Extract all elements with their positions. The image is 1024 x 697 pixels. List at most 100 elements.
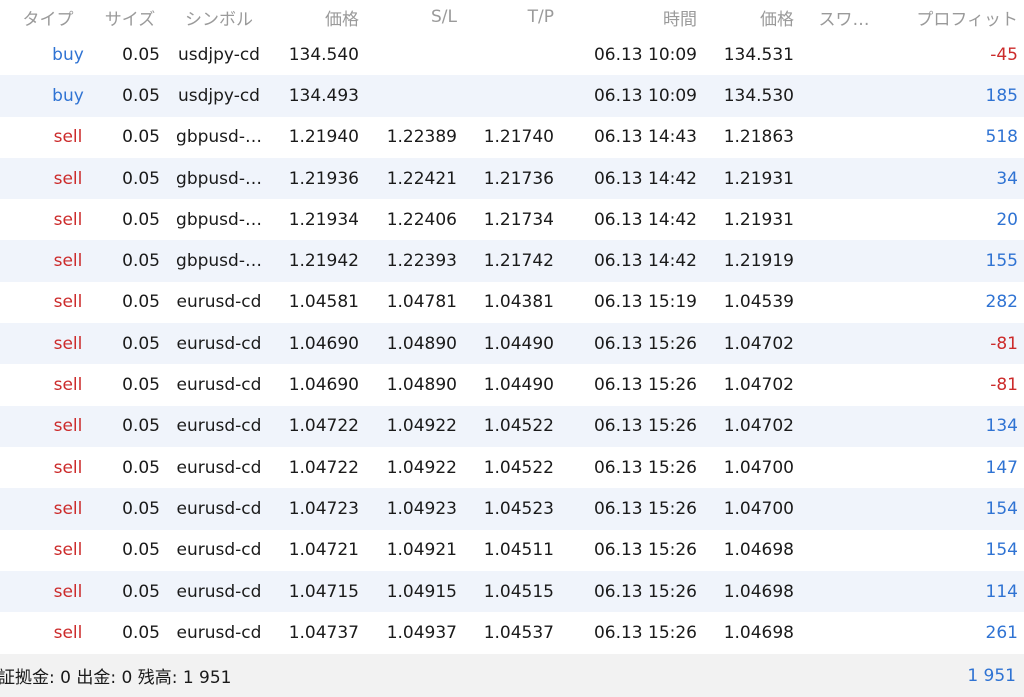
size-cell: 0.05 [122, 44, 160, 65]
profit-cell: 154 [985, 498, 1018, 519]
table-row[interactable]: sell 0.05 gbpusd-… 1.21936 1.22421 1.21736 06.… [0, 157, 1024, 200]
size-cell: 0.05 [122, 85, 160, 106]
current-price-cell: 1.04539 [723, 292, 794, 313]
symbol-cell: eurusd-cd [176, 375, 262, 396]
profit-cell: -45 [990, 44, 1018, 65]
current-price-cell: 134.531 [723, 44, 794, 65]
tp-cell: 1.04511 [483, 540, 554, 561]
table-body: buy 0.05 usdjpy-cd 134.540 06.13 10:09 134.53… [0, 34, 1024, 653]
size-cell: 0.05 [122, 375, 160, 396]
price-cell: 1.04690 [288, 375, 359, 396]
sl-cell: 1.04781 [386, 292, 457, 313]
price-cell: 1.04722 [288, 416, 359, 437]
symbol-cell: eurusd-cd [176, 333, 262, 354]
current-price-cell: 1.04702 [723, 333, 794, 354]
header-size[interactable]: サイズ [100, 0, 160, 34]
current-price-cell: 1.04700 [723, 498, 794, 519]
table-row[interactable]: sell 0.05 eurusd-cd 1.04722 1.04922 1.04522 06… [0, 447, 1024, 488]
table-row[interactable]: sell 0.05 gbpusd-… 1.21942 1.22393 1.21742 06.… [0, 240, 1024, 282]
current-price-cell: 1.04698 [723, 581, 794, 602]
price-cell: 1.21942 [288, 251, 359, 272]
time-cell: 06.13 14:43 [593, 127, 697, 148]
size-cell: 0.05 [122, 498, 160, 519]
size-cell: 0.05 [122, 416, 160, 437]
profit-cell: 20 [996, 209, 1018, 230]
header-profit[interactable]: プロフィット [880, 0, 1018, 34]
table-row[interactable]: sell 0.05 eurusd-cd 1.04690 1.04890 1.04490 06… [0, 323, 1024, 365]
size-cell: 0.05 [122, 457, 160, 478]
table-row[interactable]: sell 0.05 eurusd-cd 1.04723 1.04923 1.04523 06… [0, 488, 1024, 530]
current-price-cell: 1.04698 [723, 540, 794, 561]
current-price-cell: 1.21931 [723, 168, 794, 189]
size-cell: 0.05 [122, 251, 160, 272]
profit-cell: 155 [985, 251, 1018, 272]
header-price[interactable]: 価格 [270, 0, 359, 34]
time-cell: 06.13 14:42 [593, 168, 697, 189]
time-cell: 06.13 15:26 [593, 498, 697, 519]
current-price-cell: 1.21863 [723, 127, 794, 148]
header-current-price[interactable]: 価格 [710, 0, 794, 34]
profit-cell: 134 [985, 416, 1018, 437]
time-cell: 06.13 15:26 [593, 416, 697, 437]
table-row[interactable]: sell 0.05 gbpusd-… 1.21934 1.22406 1.21734 06.… [0, 199, 1024, 240]
header-type[interactable]: タイプ [10, 0, 86, 34]
profit-cell: 154 [985, 540, 1018, 561]
table-row[interactable]: sell 0.05 gbpusd-… 1.21940 1.22389 1.21740 06.… [0, 117, 1024, 158]
table-row[interactable]: sell 0.05 eurusd-cd 1.04722 1.04922 1.04522 06… [0, 405, 1024, 447]
symbol-cell: eurusd-cd [176, 540, 262, 561]
account-summary: 証拠金: 0 出金: 0 残高: 1 951 [0, 668, 232, 688]
table-row[interactable]: sell 0.05 eurusd-cd 1.04581 1.04781 1.04381 06… [0, 282, 1024, 323]
table-row[interactable]: sell 0.05 eurusd-cd 1.04690 1.04890 1.04490 06… [0, 364, 1024, 405]
table-row[interactable]: buy 0.05 usdjpy-cd 134.540 06.13 10:09 134.53… [0, 34, 1024, 75]
time-cell: 06.13 15:26 [593, 375, 697, 396]
size-cell: 0.05 [122, 540, 160, 561]
profit-cell: 114 [985, 581, 1018, 602]
table-row[interactable]: buy 0.05 usdjpy-cd 134.493 06.13 10:09 134.53… [0, 75, 1024, 117]
sl-cell: 1.04890 [386, 333, 457, 354]
price-cell: 1.21934 [288, 209, 359, 230]
tp-cell [470, 75, 554, 116]
size-cell: 0.05 [122, 581, 160, 602]
sl-cell: 1.04890 [386, 375, 457, 396]
tp-cell [470, 34, 554, 75]
header-sl[interactable]: S/L [370, 0, 457, 34]
tp-cell: 1.21736 [483, 168, 554, 189]
current-price-cell: 1.04702 [723, 375, 794, 396]
price-cell: 1.04737 [288, 622, 359, 643]
tp-cell: 1.04522 [483, 416, 554, 437]
profit-cell: -81 [990, 375, 1018, 396]
symbol-cell: gbpusd-… [176, 168, 262, 189]
sl-cell: 1.04921 [386, 540, 457, 561]
sl-cell: 1.22393 [386, 251, 457, 272]
tp-cell: 1.04537 [483, 622, 554, 643]
size-cell: 0.05 [122, 292, 160, 313]
time-cell: 06.13 15:26 [593, 540, 697, 561]
sl-cell: 1.22421 [386, 168, 457, 189]
price-cell: 1.04721 [288, 540, 359, 561]
total-profit: 1 951 [967, 665, 1016, 686]
tp-cell: 1.04522 [483, 457, 554, 478]
tp-cell: 1.21734 [483, 209, 554, 230]
time-cell: 06.13 15:26 [593, 333, 697, 354]
table-row[interactable]: sell 0.05 eurusd-cd 1.04721 1.04921 1.04511 06… [0, 530, 1024, 571]
header-tp[interactable]: T/P [470, 0, 554, 34]
header-swap[interactable]: スワ… [812, 0, 876, 34]
size-cell: 0.05 [122, 622, 160, 643]
symbol-cell: usdjpy-cd [178, 85, 260, 106]
profit-cell: 185 [985, 85, 1018, 106]
price-cell: 1.04723 [288, 498, 359, 519]
symbol-cell: usdjpy-cd [178, 44, 260, 65]
header-symbol[interactable]: シンボル [168, 0, 270, 34]
tp-cell: 1.04515 [483, 581, 554, 602]
current-price-cell: 134.530 [723, 85, 794, 106]
sl-cell [370, 34, 457, 75]
positions-table: タイプ サイズ シンボル 価格 S/L T/P 時間 価格 スワ… プロフィット… [0, 0, 1024, 653]
table-row[interactable]: sell 0.05 eurusd-cd 1.04737 1.04937 1.04537 06… [0, 612, 1024, 653]
table-row[interactable]: sell 0.05 eurusd-cd 1.04715 1.04915 1.04515 06… [0, 570, 1024, 613]
symbol-cell: gbpusd-… [176, 251, 262, 272]
time-cell: 06.13 15:26 [593, 622, 697, 643]
price-cell: 134.493 [288, 85, 359, 106]
size-cell: 0.05 [122, 127, 160, 148]
sl-cell: 1.04922 [386, 416, 457, 437]
header-time[interactable]: 時間 [575, 0, 697, 34]
